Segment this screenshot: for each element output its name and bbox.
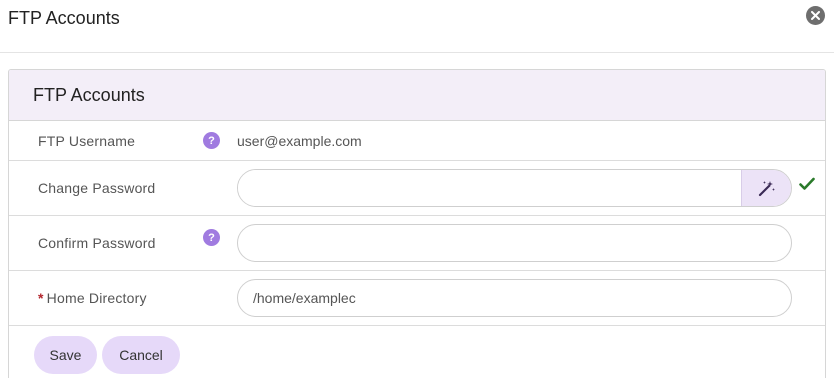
confirm-password-row: Confirm Password ?	[9, 216, 825, 271]
checkmark-icon	[799, 177, 815, 190]
generate-password-button[interactable]	[741, 170, 791, 206]
dialog-header: FTP Accounts	[0, 0, 834, 53]
close-button[interactable]	[806, 6, 825, 25]
change-password-group	[237, 169, 792, 207]
required-marker: *	[38, 290, 44, 306]
home-directory-row: * Home Directory	[9, 271, 825, 326]
ftp-accounts-dialog: FTP Accounts FTP Accounts FTP Username ?…	[0, 0, 834, 378]
change-password-row: Change Password	[9, 161, 825, 216]
confirm-password-input[interactable]	[237, 224, 792, 262]
confirm-password-label: Confirm Password	[38, 235, 156, 251]
save-button[interactable]: Save	[34, 336, 97, 374]
panel-heading: FTP Accounts	[9, 70, 825, 121]
ftp-username-label: FTP Username	[38, 133, 136, 149]
change-password-label: Change Password	[38, 180, 156, 196]
magic-wand-icon	[758, 181, 775, 197]
ftp-username-row: FTP Username ? user@example.com	[9, 121, 825, 161]
form-actions: Save Cancel	[34, 336, 180, 374]
question-mark-icon[interactable]: ?	[203, 132, 220, 149]
question-mark-icon[interactable]: ?	[203, 229, 220, 246]
panel-title: FTP Accounts	[33, 84, 145, 105]
ftp-account-panel: FTP Accounts FTP Username ? user@example…	[8, 69, 826, 378]
dialog-title: FTP Accounts	[8, 8, 120, 28]
change-password-input[interactable]	[238, 170, 741, 206]
close-icon	[811, 11, 820, 20]
ftp-username-value: user@example.com	[237, 133, 362, 149]
home-directory-label: * Home Directory	[38, 290, 147, 306]
home-directory-input[interactable]	[237, 279, 792, 317]
cancel-button[interactable]: Cancel	[102, 336, 180, 374]
home-directory-label-text: Home Directory	[46, 290, 147, 306]
